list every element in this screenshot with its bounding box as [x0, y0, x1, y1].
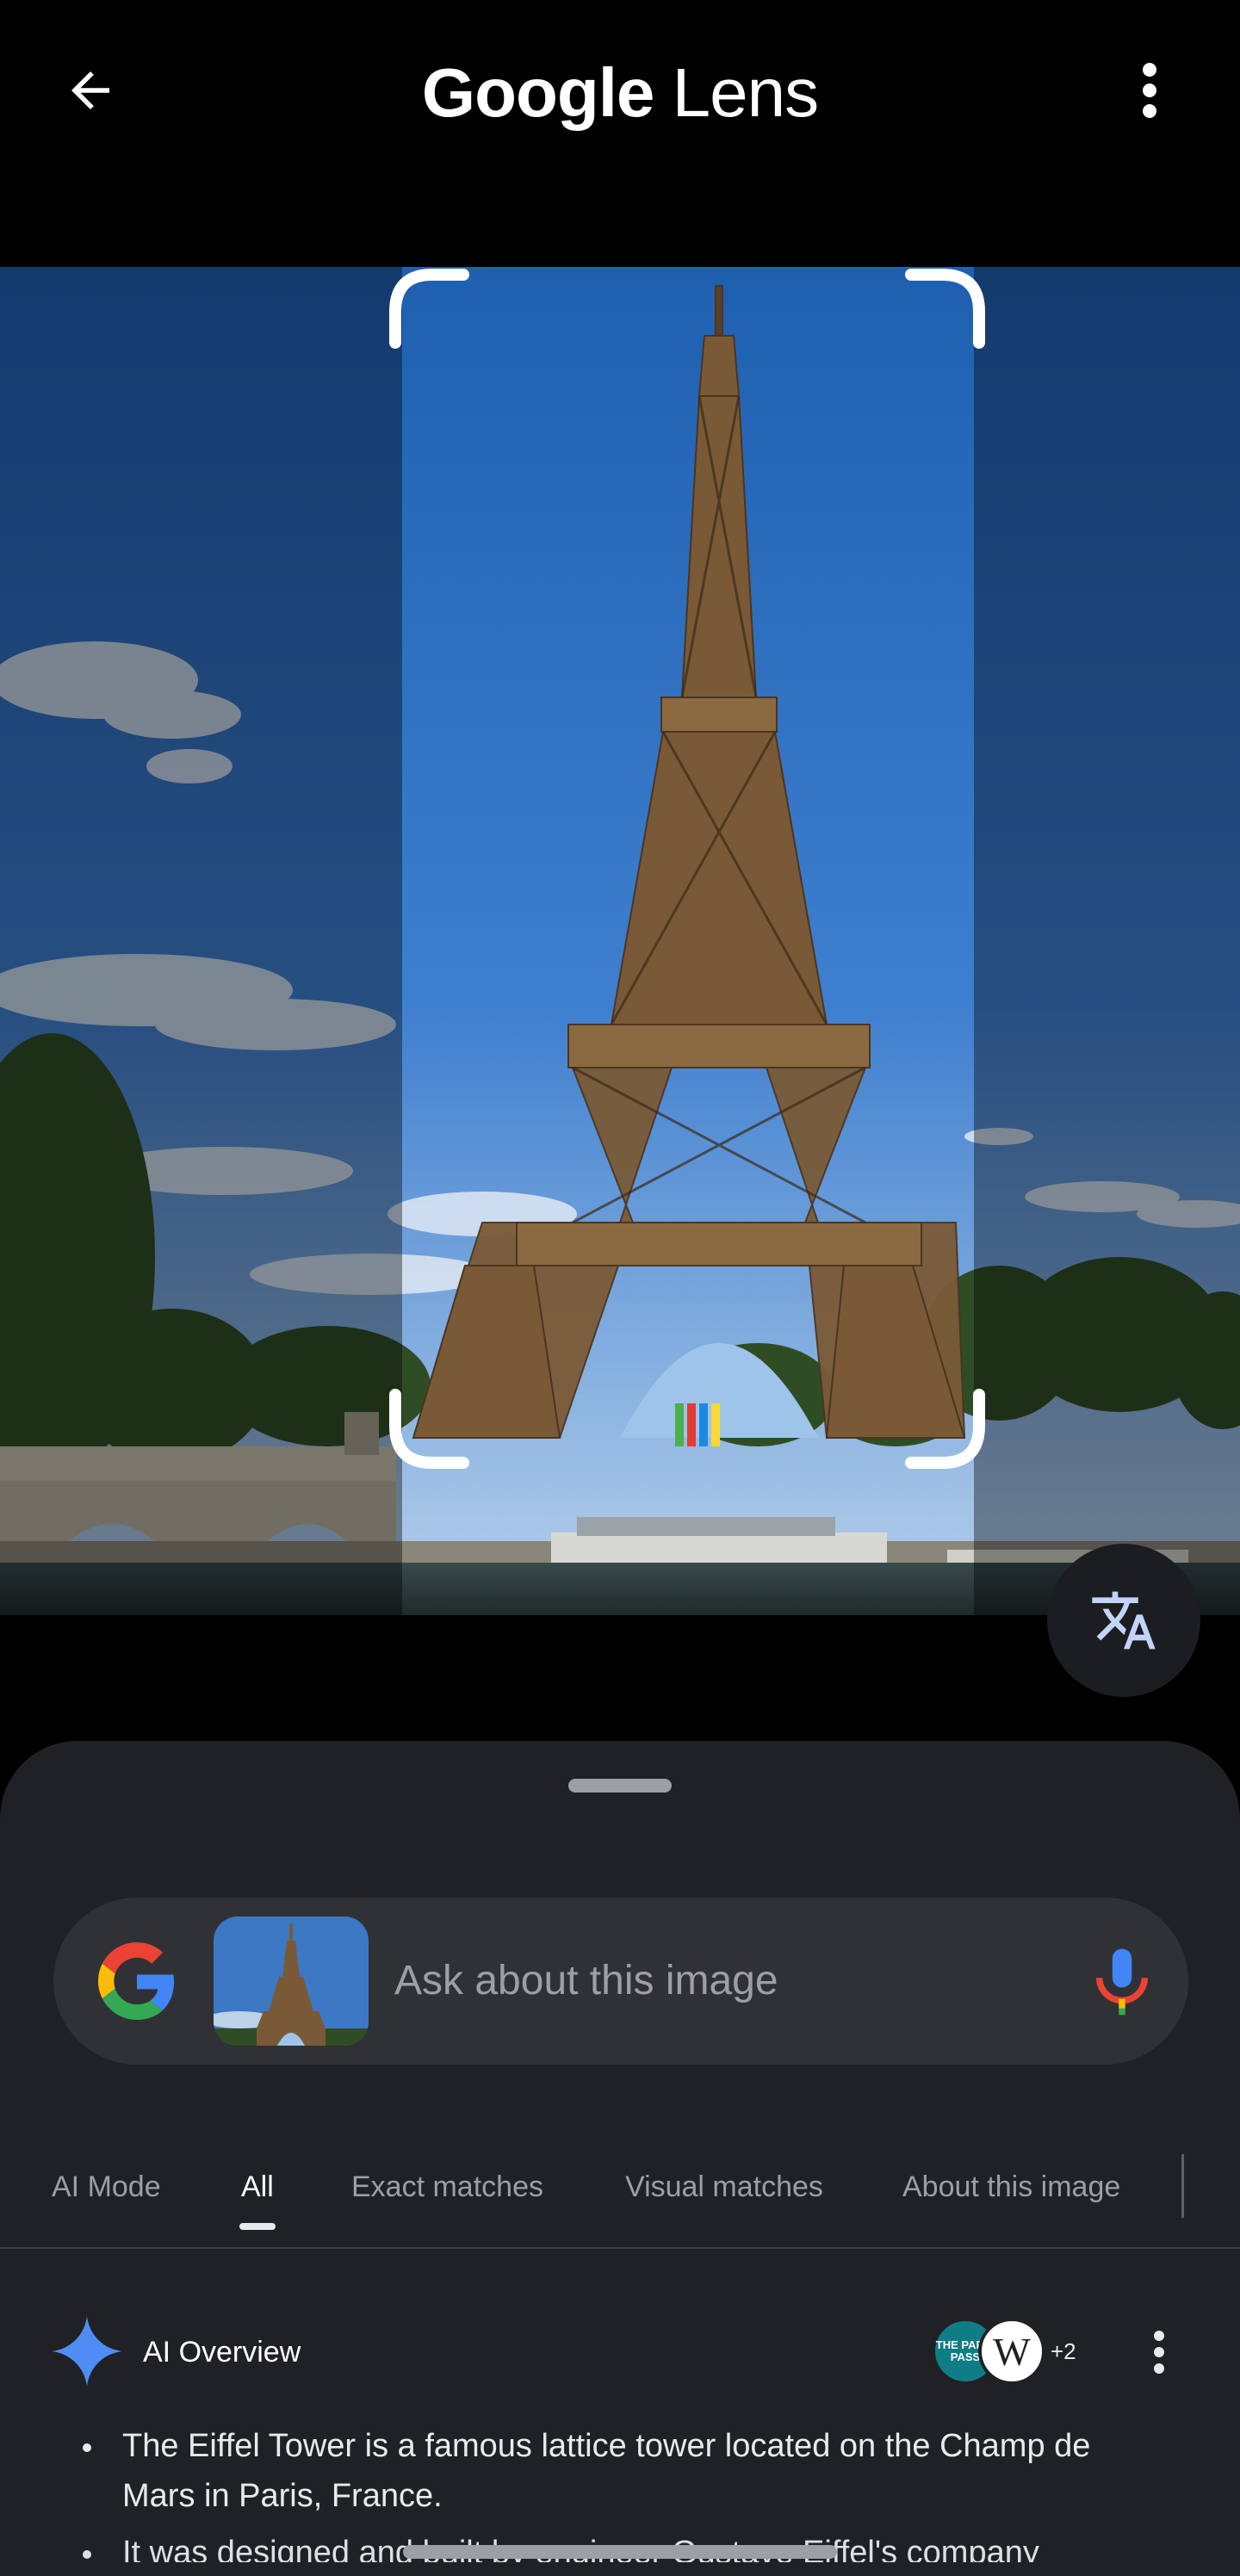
more-vert-icon	[1143, 63, 1156, 118]
google-g-icon	[98, 1942, 175, 2020]
ai-overview-bullets: The Eiffel Tower is a famous lattice tow…	[0, 2421, 1240, 2562]
image-dim-right	[974, 267, 1240, 1615]
gesture-navigation-bar[interactable]	[403, 2545, 837, 2559]
overview-more-button[interactable]	[1135, 2318, 1183, 2387]
app-title: Google Lens	[0, 50, 1240, 136]
tab-about-this-image[interactable]: About this image	[902, 2161, 1120, 2213]
app-title-lens: Lens	[672, 54, 819, 131]
translate-icon	[1092, 1591, 1156, 1650]
sheet-drag-handle[interactable]	[568, 1779, 672, 1793]
tabs-divider	[1181, 2154, 1184, 2218]
search-input[interactable]: Ask about this image	[394, 1951, 778, 2011]
active-tab-indicator	[239, 2223, 276, 2230]
search-bar[interactable]: Ask about this image	[53, 1898, 1188, 2065]
results-sheet: Ask about this image AI Mode All Exact m…	[0, 1741, 1240, 2576]
ai-overview-title: AI Overview	[143, 2336, 301, 2369]
results-tabs: AI Mode All Exact matches Visual matches…	[0, 2120, 1240, 2249]
selected-image-thumbnail[interactable]	[214, 1917, 369, 2046]
image-dim-left	[0, 267, 402, 1615]
ai-overview-header: AI Overview THE PARIS PASS W +2	[0, 2292, 1240, 2412]
more-sources-count[interactable]: +2	[1051, 2330, 1076, 2373]
selection-frame[interactable]	[389, 269, 985, 1469]
tab-ai-mode[interactable]: AI Mode	[52, 2161, 161, 2213]
tab-visual-matches[interactable]: Visual matches	[625, 2161, 823, 2213]
more-options-button[interactable]	[1111, 52, 1188, 129]
app-bar: Google Lens	[0, 0, 1240, 181]
translate-button[interactable]	[1047, 1544, 1200, 1697]
app-title-google: Google	[421, 54, 655, 131]
more-vert-icon	[1154, 2331, 1164, 2374]
sparkle-icon	[52, 2316, 122, 2387]
tab-exact-matches[interactable]: Exact matches	[351, 2161, 543, 2213]
overview-bullet: The Eiffel Tower is a famous lattice tow…	[0, 2421, 1240, 2521]
mic-icon[interactable]	[1083, 1942, 1161, 2020]
source-wikipedia-icon[interactable]: W	[978, 2318, 1045, 2385]
tab-all[interactable]: All	[241, 2161, 274, 2213]
